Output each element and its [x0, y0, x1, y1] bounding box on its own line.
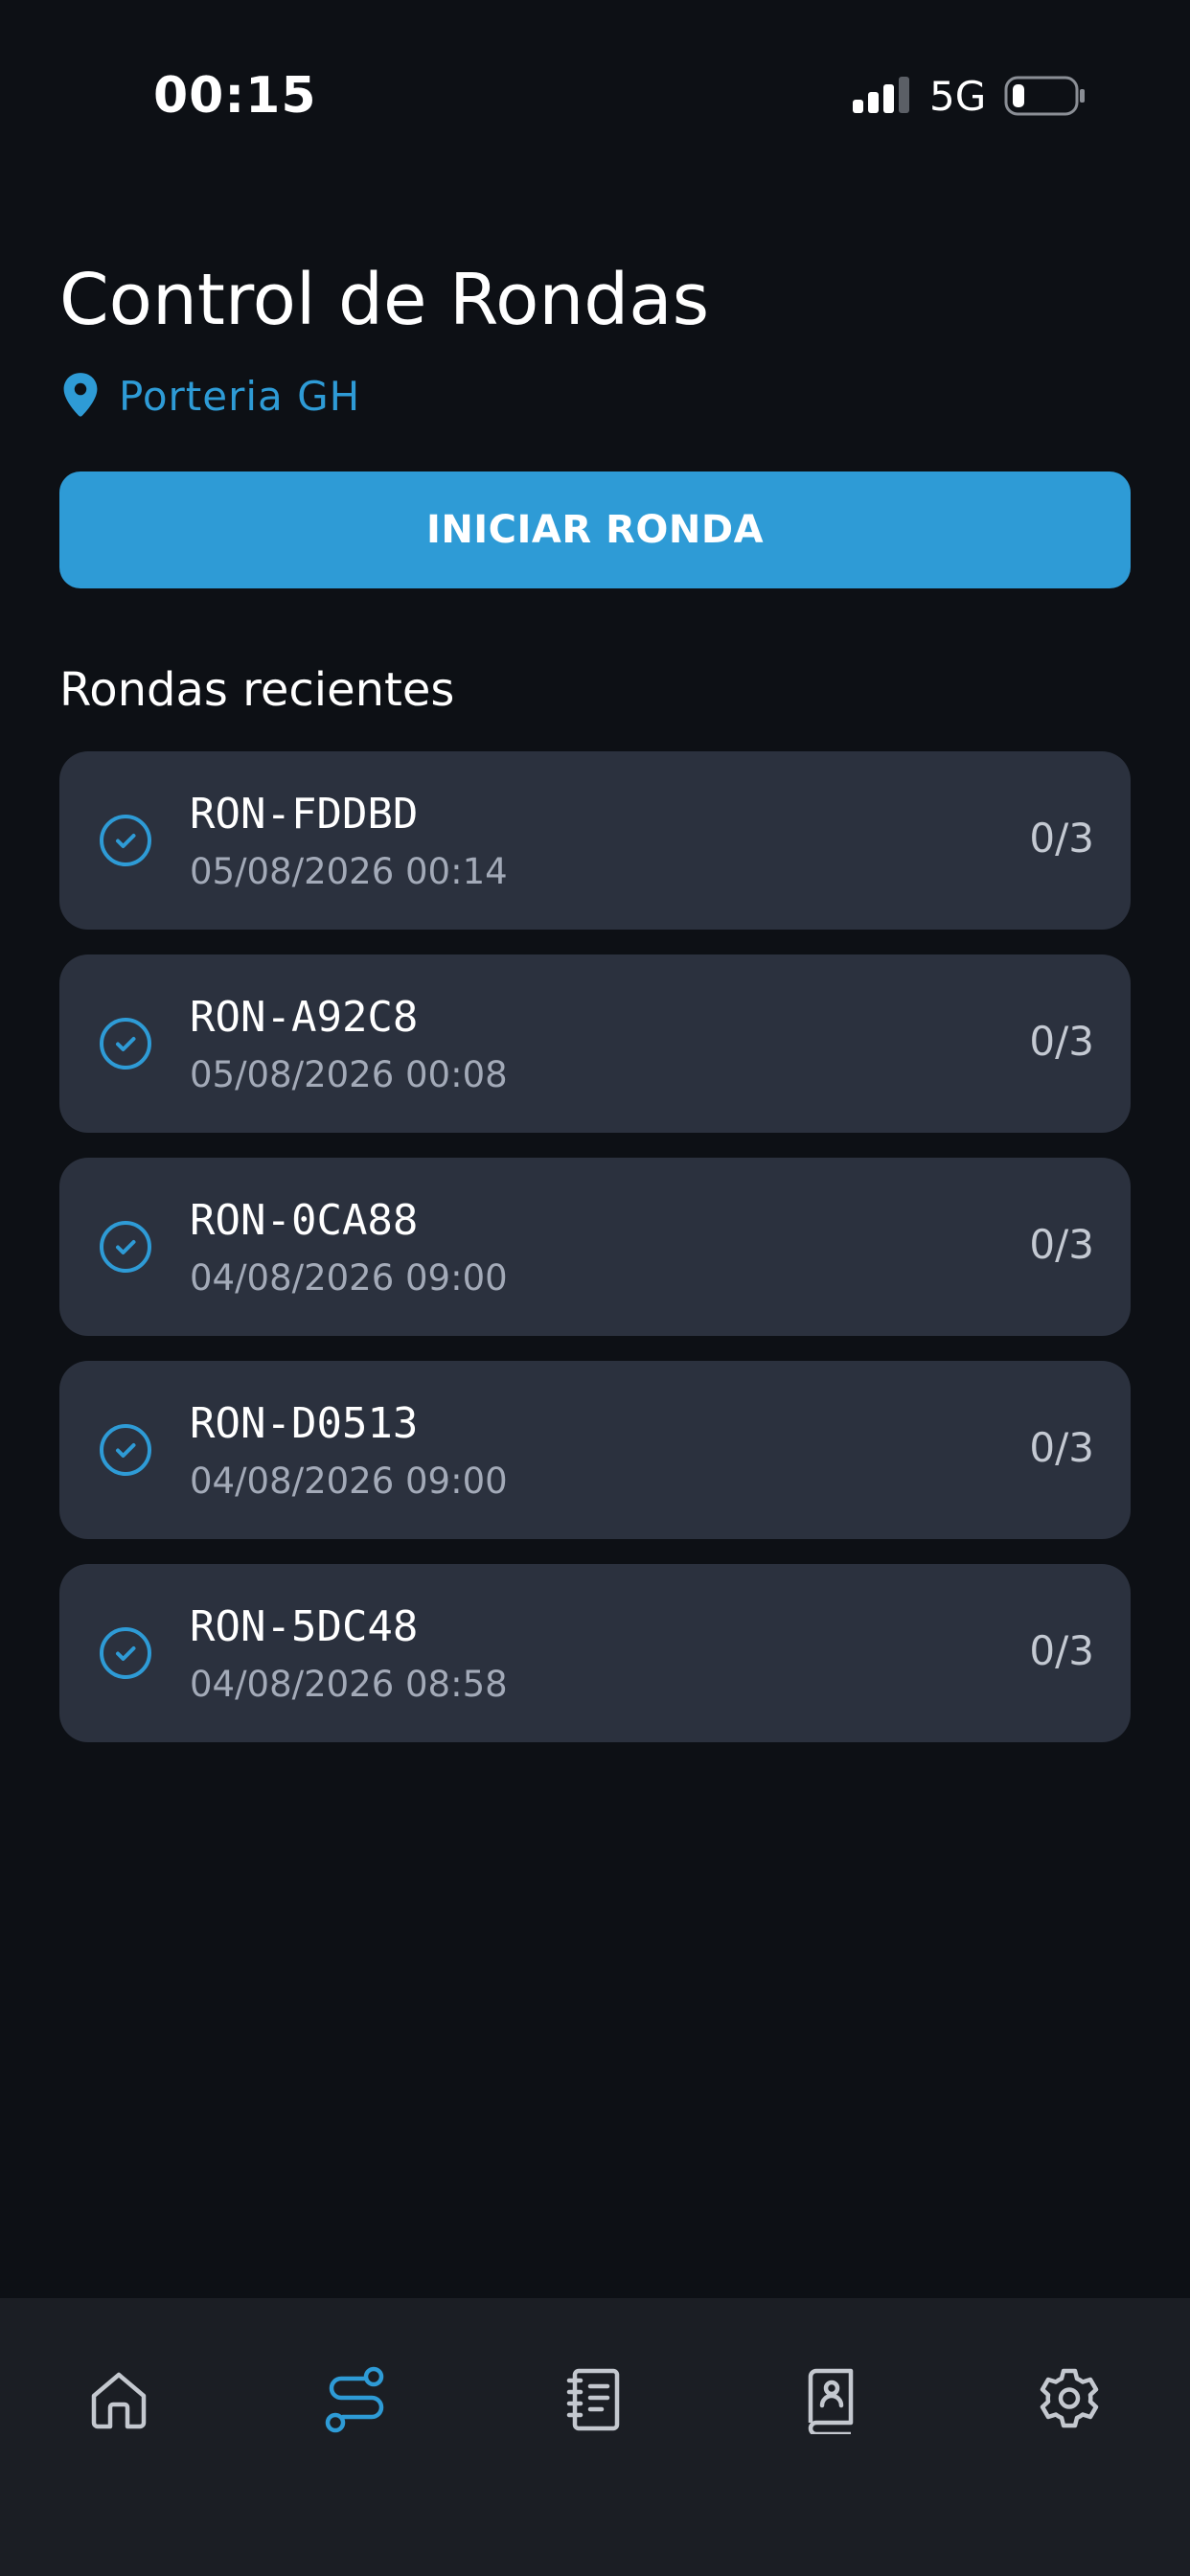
cellular-signal-icon [853, 77, 909, 113]
nav-logbook[interactable] [546, 2352, 642, 2448]
location-pin-icon [63, 373, 98, 417]
check-circle-icon [100, 815, 151, 866]
round-date: 05/08/2026 00:08 [190, 1054, 508, 1095]
contacts-book-icon [808, 2368, 854, 2434]
round-date: 04/08/2026 08:58 [190, 1664, 508, 1705]
round-card[interactable]: RON-5DC48 04/08/2026 08:58 0/3 [59, 1564, 1131, 1742]
bottom-nav [0, 2298, 1190, 2576]
nav-contacts[interactable] [784, 2352, 880, 2448]
nav-settings[interactable] [1021, 2352, 1117, 2448]
round-card[interactable]: RON-FDDBD 05/08/2026 00:14 0/3 [59, 751, 1131, 930]
status-time: 00:15 [153, 67, 317, 125]
location-label: Porteria GH [119, 372, 361, 420]
home-icon [91, 2372, 147, 2429]
nav-home[interactable] [71, 2352, 167, 2448]
recent-rounds-title: Rondas recientes [59, 663, 455, 717]
round-progress: 0/3 [1029, 1627, 1094, 1674]
start-round-button[interactable]: INICIAR RONDA [59, 472, 1131, 588]
nav-rounds[interactable] [309, 2352, 404, 2448]
round-id: RON-A92C8 [190, 993, 419, 1042]
notebook-icon [566, 2368, 620, 2431]
round-id: RON-5DC48 [190, 1602, 419, 1651]
check-circle-icon [100, 1424, 151, 1476]
round-id: RON-0CA88 [190, 1196, 419, 1245]
round-progress: 0/3 [1029, 1221, 1094, 1268]
round-id: RON-D0513 [190, 1399, 419, 1448]
recent-rounds-list: RON-FDDBD 05/08/2026 00:14 0/3 RON-A92C8… [59, 751, 1131, 1767]
round-date: 04/08/2026 09:00 [190, 1460, 508, 1502]
network-type: 5G [929, 73, 987, 120]
round-card[interactable]: RON-0CA88 04/08/2026 09:00 0/3 [59, 1158, 1131, 1336]
check-circle-icon [100, 1018, 151, 1070]
round-card[interactable]: RON-D0513 04/08/2026 09:00 0/3 [59, 1361, 1131, 1539]
round-date: 04/08/2026 09:00 [190, 1257, 508, 1299]
check-circle-icon [100, 1627, 151, 1679]
round-progress: 0/3 [1029, 1018, 1094, 1065]
gear-icon [1040, 2368, 1099, 2428]
check-circle-icon [100, 1221, 151, 1273]
round-progress: 0/3 [1029, 1424, 1094, 1471]
round-progress: 0/3 [1029, 815, 1094, 862]
round-id: RON-FDDBD [190, 790, 419, 839]
round-date: 05/08/2026 00:14 [190, 851, 508, 892]
battery-icon [1004, 76, 1085, 116]
screen: 00:15 5G Control de Rondas Porteria GH I… [0, 0, 1190, 2576]
location-row: Porteria GH [59, 369, 360, 423]
page-title: Control de Rondas [59, 259, 710, 341]
round-card[interactable]: RON-A92C8 05/08/2026 00:08 0/3 [59, 954, 1131, 1133]
route-icon [325, 2366, 384, 2433]
